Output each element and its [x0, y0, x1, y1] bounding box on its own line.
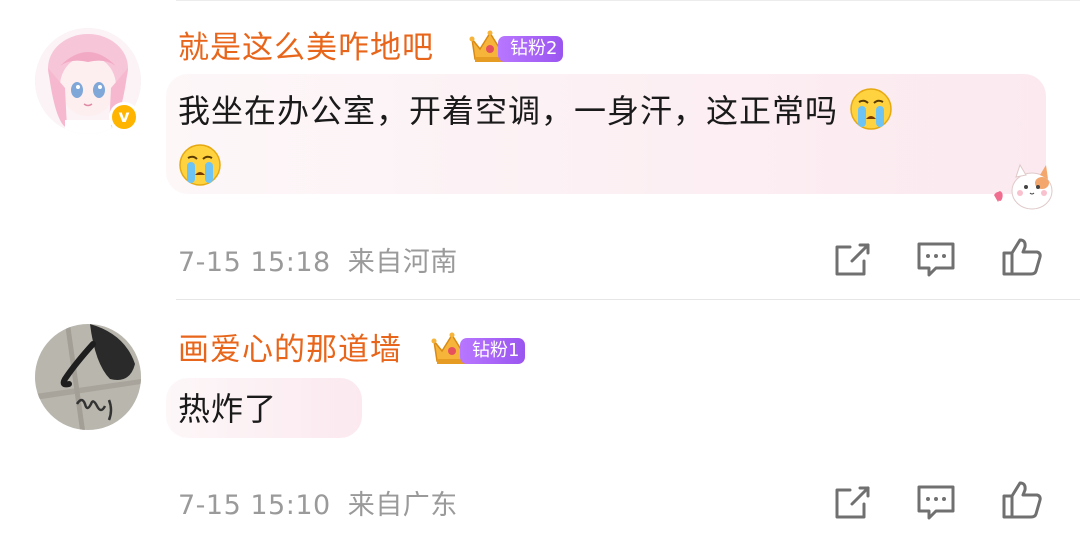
comment-icon[interactable]: [914, 480, 958, 524]
comment-text-content: 我坐在办公室，开着空调，一身汗，这正常吗: [178, 92, 839, 130]
comment-item: 画爱心的那道墙 钻粉1 热炸了 7-15 15:10 来自广东: [0, 300, 1080, 537]
verified-badge-icon: v: [109, 102, 139, 132]
avatar[interactable]: [35, 324, 141, 430]
comment-text: 我坐在办公室，开着空调，一身汗，这正常吗: [178, 82, 893, 140]
fan-badge-label: 钻粉1: [460, 338, 526, 364]
comment-text-emoji-line: [178, 138, 222, 196]
comment-text: 热炸了: [178, 390, 278, 428]
share-icon[interactable]: [830, 480, 874, 524]
comment-icon[interactable]: [914, 237, 958, 281]
comment-meta: 7-15 15:10 来自广东: [178, 483, 458, 522]
comment-meta: 7-15 15:18 来自河南: [178, 240, 458, 279]
like-icon[interactable]: [1000, 478, 1044, 522]
comment-item: v 就是这么美咋地吧 钻粉2 我坐在办公室，开着空调，一身汗，这正常吗 7-15…: [0, 0, 1080, 300]
username[interactable]: 画爱心的那道墙: [178, 330, 402, 370]
like-icon[interactable]: [1000, 235, 1044, 279]
cat-sticker-icon: [994, 163, 1053, 210]
comment-time: 7-15 15:18: [178, 247, 331, 278]
username[interactable]: 就是这么美咋地吧: [178, 28, 434, 68]
fan-badge-label: 钻粉2: [498, 36, 564, 62]
crying-emoji-icon: [179, 144, 221, 186]
comment-time: 7-15 15:10: [178, 490, 331, 521]
crying-emoji-icon: [850, 88, 892, 130]
comment-location: 来自广东: [347, 490, 458, 521]
share-icon[interactable]: [830, 237, 874, 281]
comment-location: 来自河南: [347, 247, 458, 278]
